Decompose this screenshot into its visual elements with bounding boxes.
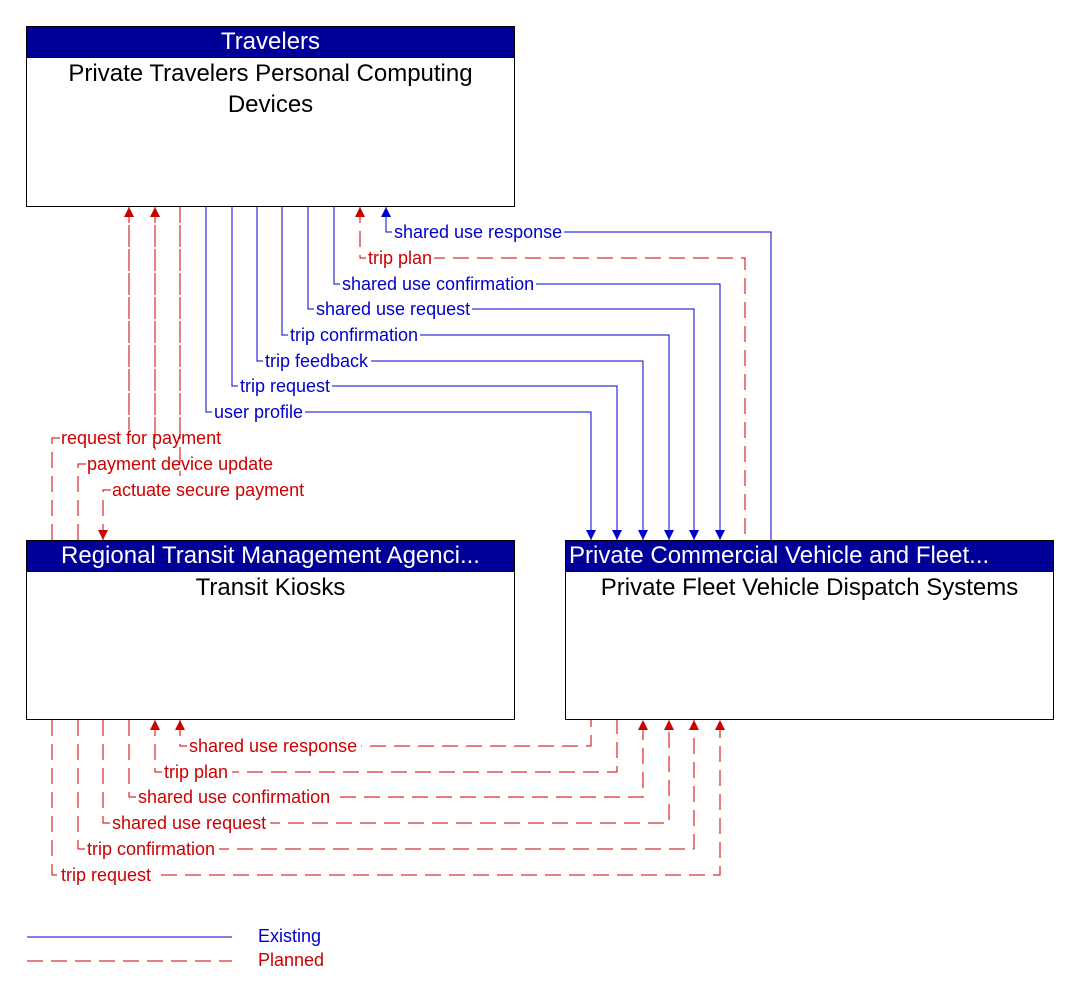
- arrow-head-up: [664, 720, 674, 730]
- flow-label-travelers-kiosks: request for payment: [61, 428, 221, 448]
- node-travelers[interactable]: Travelers Private Travelers Personal Com…: [26, 26, 515, 207]
- flow-label-travelers-fleet: shared use response: [394, 222, 562, 242]
- arrow-head-down: [715, 530, 725, 540]
- flow-label-kiosks-fleet: trip confirmation: [87, 839, 215, 859]
- flow-label-kiosks-fleet: trip plan: [164, 762, 228, 782]
- flow-label-travelers-fleet: user profile: [214, 402, 303, 422]
- arrow-head-up: [150, 720, 160, 730]
- flow-line-lower: [51, 437, 60, 540]
- flow-line-kiosks-fleet: [128, 720, 644, 798]
- arrow-head-up: [638, 720, 648, 730]
- arrow-head-up: [175, 720, 185, 730]
- flow-line-3: [307, 207, 695, 540]
- node-transit-kiosks[interactable]: Regional Transit Management Agenci... Tr…: [26, 540, 515, 720]
- flow-label-kiosks-fleet: shared use confirmation: [138, 787, 330, 807]
- node-transit-kiosks-header: Regional Transit Management Agenci...: [27, 541, 514, 572]
- flow-line-5: [256, 207, 644, 540]
- arrow-head-up: [355, 207, 365, 217]
- flow-line-4: [281, 207, 670, 540]
- arrow-head-down: [638, 530, 648, 540]
- flow-label-kiosks-fleet: shared use request: [112, 813, 266, 833]
- arrow-head-down: [586, 530, 596, 540]
- flow-line-lower: [77, 463, 86, 540]
- arrow-head-up: [381, 207, 391, 217]
- arrow-head-down: [98, 530, 108, 540]
- legend-planned-label: Planned: [258, 950, 325, 970]
- flow-label-travelers-kiosks: actuate secure payment: [112, 480, 304, 500]
- flow-label-travelers-fleet: trip feedback: [265, 351, 369, 371]
- flow-label-travelers-fleet: shared use confirmation: [342, 274, 534, 294]
- arrow-head-up: [150, 207, 160, 217]
- flow-label-travelers-fleet: trip plan: [368, 248, 432, 268]
- flow-label-kiosks-fleet: trip request: [61, 865, 151, 885]
- node-travelers-title: Private Travelers Personal Computing Dev…: [68, 60, 473, 118]
- arrow-head-down: [689, 530, 699, 540]
- arrow-head-down: [612, 530, 622, 540]
- arrow-head-up: [124, 207, 134, 217]
- legend-existing-label: Existing: [258, 926, 322, 946]
- flow-label-travelers-fleet: trip confirmation: [290, 325, 418, 345]
- arrow-head-up: [689, 720, 699, 730]
- flow-label-travelers-fleet: trip request: [240, 376, 330, 396]
- node-travelers-header: Travelers: [27, 27, 514, 58]
- flow-line-0: [385, 207, 772, 540]
- arrow-head-up: [715, 720, 725, 730]
- flow-label-travelers-fleet: shared use request: [316, 299, 470, 319]
- flow-label-kiosks-fleet: shared use response: [189, 736, 357, 756]
- node-fleet-dispatch[interactable]: Private Commercial Vehicle and Fleet... …: [565, 540, 1054, 720]
- arrow-head-down: [664, 530, 674, 540]
- node-fleet-dispatch-title: Private Fleet Vehicle Dispatch Systems: [600, 574, 1019, 601]
- node-transit-kiosks-title: Transit Kiosks: [195, 574, 346, 601]
- node-fleet-dispatch-header: Private Commercial Vehicle and Fleet...: [566, 541, 1053, 572]
